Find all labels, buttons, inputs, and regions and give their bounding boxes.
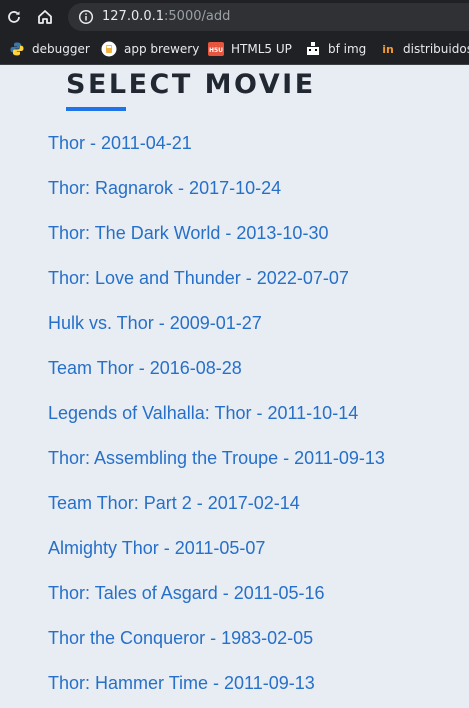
- list-item: Hulk vs. Thor - 2009-01-27: [48, 311, 385, 356]
- movie-link[interactable]: Thor: Hammer Time - 2011-09-13: [48, 673, 315, 693]
- reload-button[interactable]: [3, 6, 25, 28]
- browser-toolbar: 127.0.0.1:5000/add: [0, 0, 469, 34]
- list-item: Thor - 2011-04-21: [48, 131, 385, 176]
- list-item: Thor: Assembling the Troupe - 2011-09-13: [48, 446, 385, 491]
- list-item: Thor the Conqueror - 1983-02-05: [48, 626, 385, 671]
- bookmark-label: bf img: [328, 42, 367, 56]
- pixel-icon: [305, 41, 321, 57]
- movie-link[interactable]: Thor: Love and Thunder - 2022-07-07: [48, 268, 349, 288]
- url-path: :5000/add: [164, 9, 231, 24]
- app-brewery-icon: [101, 41, 117, 57]
- html5up-icon: H5U: [208, 41, 224, 57]
- movie-list: Thor - 2011-04-21 Thor: Ragnarok - 2017-…: [48, 131, 385, 708]
- url-host: 127.0.0.1: [102, 9, 165, 24]
- in-icon: in: [380, 41, 396, 57]
- list-item: Thor: Hammer Time - 2011-09-13: [48, 671, 385, 708]
- movie-link[interactable]: Thor: Tales of Asgard - 2011-05-16: [48, 583, 325, 603]
- movie-link[interactable]: Thor - 2011-04-21: [48, 133, 192, 153]
- movie-link[interactable]: Thor: Ragnarok - 2017-10-24: [48, 178, 281, 198]
- page-content: SELECT MOVIE Thor - 2011-04-21 Thor: Rag…: [0, 65, 469, 708]
- bookmark-label: app brewery: [124, 42, 200, 56]
- movie-link[interactable]: Thor the Conqueror - 1983-02-05: [48, 628, 313, 648]
- list-item: Thor: Ragnarok - 2017-10-24: [48, 176, 385, 221]
- reload-icon: [8, 11, 20, 23]
- list-item: Thor: The Dark World - 2013-10-30: [48, 221, 385, 266]
- list-item: Team Thor: Part 2 - 2017-02-14: [48, 491, 385, 536]
- page-title: SELECT MOVIE: [66, 69, 316, 100]
- svg-text:in: in: [382, 43, 394, 56]
- movie-link[interactable]: Legends of Valhalla: Thor - 2011-10-14: [48, 403, 358, 423]
- home-button[interactable]: [34, 6, 56, 28]
- python-icon: [9, 41, 25, 57]
- bookmark-label: HTML5 UP: [231, 42, 292, 56]
- movie-link[interactable]: Almighty Thor - 2011-05-07: [48, 538, 265, 558]
- movie-link[interactable]: Thor: The Dark World - 2013-10-30: [48, 223, 328, 243]
- bookmark-distribuidos[interactable]: in distribuidos: [380, 40, 469, 58]
- list-item: Thor: Love and Thunder - 2022-07-07: [48, 266, 385, 311]
- bookmark-label: debugger: [32, 42, 90, 56]
- bookmark-html5up[interactable]: H5U HTML5 UP: [208, 40, 292, 58]
- bookmark-bf-img[interactable]: bf img: [305, 40, 366, 58]
- home-icon: [38, 10, 52, 24]
- url-text[interactable]: 127.0.0.1:5000/add: [102, 9, 230, 25]
- bookmark-label: distribuidos: [403, 42, 469, 56]
- bookmark-app-brewery[interactable]: app brewery: [101, 40, 199, 58]
- list-item: Team Thor - 2016-08-28: [48, 356, 385, 401]
- info-icon[interactable]: [78, 9, 94, 25]
- bookmark-debugger[interactable]: debugger: [9, 40, 90, 58]
- svg-text:H5U: H5U: [209, 47, 223, 54]
- address-bar[interactable]: 127.0.0.1:5000/add: [68, 3, 469, 31]
- movie-link[interactable]: Thor: Assembling the Troupe - 2011-09-13: [48, 448, 385, 468]
- movie-link[interactable]: Team Thor: Part 2 - 2017-02-14: [48, 493, 300, 513]
- list-item: Thor: Tales of Asgard - 2011-05-16: [48, 581, 385, 626]
- movie-link[interactable]: Team Thor - 2016-08-28: [48, 358, 242, 378]
- bookmarks-bar: debugger app brewery H5U HTML5 UP bf img…: [0, 34, 469, 65]
- movie-link[interactable]: Hulk vs. Thor - 2009-01-27: [48, 313, 262, 333]
- title-underline: [66, 107, 126, 111]
- list-item: Legends of Valhalla: Thor - 2011-10-14: [48, 401, 385, 446]
- list-item: Almighty Thor - 2011-05-07: [48, 536, 385, 581]
